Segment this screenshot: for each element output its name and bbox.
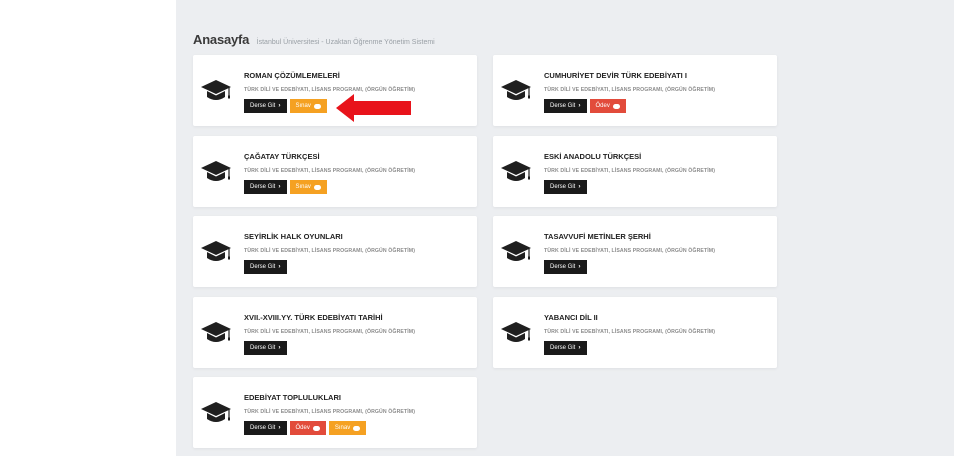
course-actions: Derse Git › — [544, 260, 587, 274]
go-to-course-label: Derse Git — [250, 264, 276, 270]
page-title: Anasayfa — [193, 32, 250, 47]
go-to-course-label: Derse Git — [250, 103, 276, 109]
chevron-right-icon: › — [278, 423, 281, 431]
go-to-course-button[interactable]: Derse Git › — [544, 99, 587, 113]
course-actions: Derse Git › — [244, 341, 287, 355]
graduation-cap-icon — [501, 240, 531, 262]
go-to-course-button[interactable]: Derse Git › — [244, 421, 287, 435]
page-subtitle: İstanbul Üniversitesi - Uzaktan Öğrenme … — [256, 39, 435, 46]
course-card-tasavvufi-metinler: TASAVVUFİ METİNLER ŞERHİ TÜRK DİLİ VE ED… — [493, 216, 777, 287]
graduation-cap-icon — [501, 160, 531, 182]
chevron-right-icon: › — [578, 182, 581, 190]
course-program: TÜRK DİLİ VE EDEBİYATI, LİSANS PROGRAMI,… — [544, 248, 716, 254]
graduation-cap-icon — [201, 401, 231, 423]
graduation-cap-icon — [501, 79, 531, 101]
course-title[interactable]: ESKİ ANADOLU TÜRKÇESİ — [544, 152, 641, 161]
chevron-right-icon: › — [278, 343, 281, 351]
graduation-cap-icon — [201, 321, 231, 343]
course-card-cagatay-turkcesi: ÇAĞATAY TÜRKÇESİ TÜRK DİLİ VE EDEBİYATI,… — [193, 136, 477, 207]
cloud-upload-icon — [313, 184, 321, 190]
cloud-upload-icon — [312, 425, 320, 431]
course-actions: Derse Git › Sınav — [244, 99, 327, 113]
course-title[interactable]: YABANCI DİL II — [544, 313, 598, 322]
course-card-eski-anadolu: ESKİ ANADOLU TÜRKÇESİ TÜRK DİLİ VE EDEBİ… — [493, 136, 777, 207]
course-program: TÜRK DİLİ VE EDEBİYATI, LİSANS PROGRAMI,… — [544, 168, 716, 174]
go-to-course-label: Derse Git — [250, 345, 276, 351]
cloud-upload-icon — [612, 103, 620, 109]
chevron-right-icon: › — [578, 262, 581, 270]
exam-button[interactable]: Sınav — [328, 421, 367, 435]
assignment-button[interactable]: Ödev — [589, 99, 626, 113]
course-card-turk-edebiyati-tarihi: XVII.-XVIII.YY. TÜRK EDEBİYATI TARİHİ TÜ… — [193, 297, 477, 368]
go-to-course-label: Derse Git — [250, 425, 276, 431]
assignment-label: Ödev — [595, 103, 610, 109]
exam-label: Sınav — [295, 103, 311, 109]
go-to-course-button[interactable]: Derse Git › — [244, 341, 287, 355]
exam-label: Sınav — [295, 184, 311, 190]
cloud-upload-icon — [353, 425, 361, 431]
graduation-cap-icon — [501, 321, 531, 343]
go-to-course-button[interactable]: Derse Git › — [244, 99, 287, 113]
red-arrow-annotation — [336, 94, 411, 122]
cloud-upload-icon — [313, 103, 321, 109]
graduation-cap-icon — [201, 160, 231, 182]
go-to-course-label: Derse Git — [550, 345, 576, 351]
page-header: Anasayfa İstanbul Üniversitesi - Uzaktan… — [193, 31, 435, 49]
course-card-seyirlik-halk: SEYİRLİK HALK OYUNLARI TÜRK DİLİ VE EDEB… — [193, 216, 477, 287]
course-actions: Derse Git › — [544, 341, 587, 355]
chevron-right-icon: › — [578, 101, 581, 109]
course-title[interactable]: ROMAN ÇÖZÜMLEMELERİ — [244, 71, 340, 80]
course-card-edebiyat-topluluklari: EDEBİYAT TOPLULUKLARI TÜRK DİLİ VE EDEBİ… — [193, 377, 477, 448]
go-to-course-button[interactable]: Derse Git › — [544, 180, 587, 194]
course-actions: Derse Git › Ödev — [544, 99, 626, 113]
graduation-cap-icon — [201, 240, 231, 262]
course-program: TÜRK DİLİ VE EDEBİYATI, LİSANS PROGRAMI,… — [244, 168, 416, 174]
exam-button[interactable]: Sınav — [289, 99, 327, 113]
assignment-button[interactable]: Ödev — [289, 421, 326, 435]
go-to-course-label: Derse Git — [550, 103, 576, 109]
course-actions: Derse Git › Sınav — [244, 180, 327, 194]
go-to-course-button[interactable]: Derse Git › — [544, 260, 587, 274]
course-actions: Derse Git › — [544, 180, 587, 194]
go-to-course-label: Derse Git — [550, 264, 576, 270]
go-to-course-label: Derse Git — [550, 184, 576, 190]
chevron-right-icon: › — [278, 101, 281, 109]
go-to-course-button[interactable]: Derse Git › — [244, 180, 287, 194]
graduation-cap-icon — [201, 79, 231, 101]
course-actions: Derse Git › — [244, 260, 287, 274]
go-to-course-button[interactable]: Derse Git › — [544, 341, 587, 355]
course-title[interactable]: SEYİRLİK HALK OYUNLARI — [244, 232, 343, 241]
course-program: TÜRK DİLİ VE EDEBİYATI, LİSANS PROGRAMI,… — [544, 87, 716, 93]
exam-button[interactable]: Sınav — [289, 180, 327, 194]
go-to-course-button[interactable]: Derse Git › — [244, 260, 287, 274]
course-actions: Derse Git › Ödev Sınav — [244, 421, 367, 435]
course-title[interactable]: XVII.-XVIII.YY. TÜRK EDEBİYATI TARİHİ — [244, 313, 383, 322]
course-card-yabanci-dil: YABANCI DİL II TÜRK DİLİ VE EDEBİYATI, L… — [493, 297, 777, 368]
go-to-course-label: Derse Git — [250, 184, 276, 190]
course-title[interactable]: ÇAĞATAY TÜRKÇESİ — [244, 152, 320, 161]
course-program: TÜRK DİLİ VE EDEBİYATI, LİSANS PROGRAMI,… — [244, 409, 416, 415]
chevron-right-icon: › — [278, 182, 281, 190]
chevron-right-icon: › — [278, 262, 281, 270]
course-card-cumhuriyet-devir: CUMHURİYET DEVİR TÜRK EDEBİYATI I TÜRK D… — [493, 55, 777, 126]
assignment-label: Ödev — [295, 425, 310, 431]
exam-label: Sınav — [334, 425, 351, 431]
course-card-roman-cozumlemeleri: ROMAN ÇÖZÜMLEMELERİ TÜRK DİLİ VE EDEBİYA… — [193, 55, 477, 126]
course-title[interactable]: TASAVVUFİ METİNLER ŞERHİ — [544, 232, 651, 241]
chevron-right-icon: › — [578, 343, 581, 351]
course-program: TÜRK DİLİ VE EDEBİYATI, LİSANS PROGRAMI,… — [244, 248, 416, 254]
course-title[interactable]: CUMHURİYET DEVİR TÜRK EDEBİYATI I — [544, 71, 687, 80]
course-program: TÜRK DİLİ VE EDEBİYATI, LİSANS PROGRAMI,… — [244, 329, 416, 335]
course-program: TÜRK DİLİ VE EDEBİYATI, LİSANS PROGRAMI,… — [544, 329, 716, 335]
course-title[interactable]: EDEBİYAT TOPLULUKLARI — [244, 393, 341, 402]
